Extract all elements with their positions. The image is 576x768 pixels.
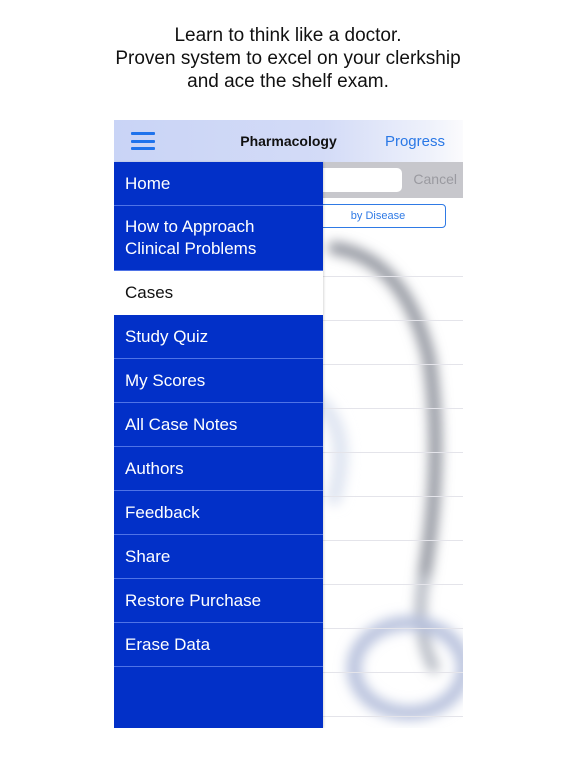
menu-item-how-to-approach[interactable]: How to Approach Clinical Problems xyxy=(114,206,323,271)
cancel-button[interactable]: Cancel xyxy=(413,171,457,187)
menu-item-erase-data[interactable]: Erase Data xyxy=(114,623,323,667)
list-divider xyxy=(323,496,463,497)
navigation-bar: Pharmacology Progress xyxy=(114,120,463,162)
list-divider xyxy=(323,584,463,585)
menu-item-feedback[interactable]: Feedback xyxy=(114,491,323,535)
progress-button[interactable]: Progress xyxy=(385,133,445,150)
list-divider xyxy=(323,672,463,673)
list-divider xyxy=(323,452,463,453)
menu-item-label: How to Approach Clinical Problems xyxy=(125,217,257,258)
menu-item-study-quiz[interactable]: Study Quiz xyxy=(114,315,323,359)
side-menu: Home How to Approach Clinical Problems C… xyxy=(114,162,323,728)
menu-item-authors[interactable]: Authors xyxy=(114,447,323,491)
menu-item-home[interactable]: Home xyxy=(114,162,323,206)
list-divider xyxy=(323,408,463,409)
list-divider xyxy=(323,364,463,365)
list-divider xyxy=(323,276,463,277)
list-divider xyxy=(323,716,463,717)
menu-item-cases[interactable]: Cases xyxy=(114,271,323,315)
stethoscope-background-image xyxy=(314,242,463,720)
list-divider xyxy=(323,540,463,541)
promo-tagline: Learn to think like a doctor. Proven sys… xyxy=(0,24,576,93)
list-divider xyxy=(323,320,463,321)
app-screen: Pharmacology Progress Cancel by Disease xyxy=(114,120,463,728)
tagline-line-3: and ace the shelf exam. xyxy=(187,71,389,92)
tagline-line-1: Learn to think like a doctor. xyxy=(174,25,402,46)
tagline-line-2: Proven system to excel on your clerkship xyxy=(115,48,461,69)
menu-item-all-case-notes[interactable]: All Case Notes xyxy=(114,403,323,447)
menu-item-restore-purchase[interactable]: Restore Purchase xyxy=(114,579,323,623)
list-divider xyxy=(323,628,463,629)
menu-item-share[interactable]: Share xyxy=(114,535,323,579)
by-disease-segment-button[interactable]: by Disease xyxy=(310,204,446,228)
menu-item-my-scores[interactable]: My Scores xyxy=(114,359,323,403)
